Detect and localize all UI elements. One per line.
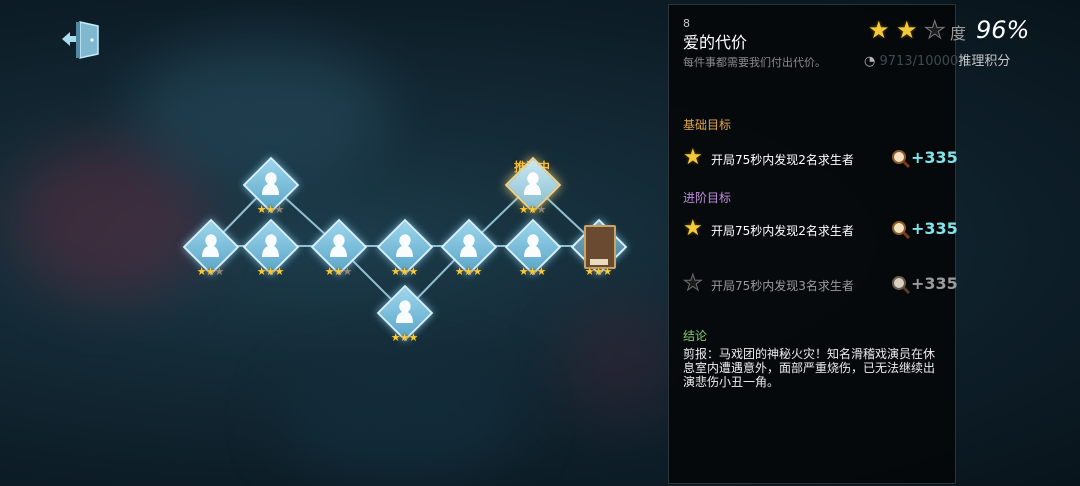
map-node[interactable]: ★★★	[182, 218, 240, 278]
section-basic-goals: 基础目标	[683, 118, 732, 132]
star-icon: ★	[896, 16, 918, 44]
map-node[interactable]: ★★★	[376, 218, 434, 278]
section-conclusion: 结论	[683, 329, 708, 343]
node-rating: ★★★	[324, 265, 353, 278]
clue-icon: ◔	[864, 54, 876, 69]
detective-bust-icon	[524, 172, 541, 195]
progress-label: 度	[950, 24, 967, 43]
detective-bust-icon	[330, 234, 347, 257]
map-node[interactable]: ★★★	[376, 284, 434, 344]
detective-bust-icon	[396, 234, 413, 257]
task-points: +335	[911, 148, 958, 167]
star-outline-icon: ★	[683, 271, 704, 296]
task-label: 开局75秒内发现3名求生者	[711, 279, 854, 293]
magnifier-icon	[892, 150, 911, 169]
task-points: +335	[911, 274, 958, 293]
node-rating: ★★★	[518, 203, 547, 216]
case-detail-panel: 8 爱的代价 每件事都需要我们付出代价。 基础目标 ★ 开局75秒内发现2名求生…	[668, 4, 958, 484]
map-node[interactable]: ★★★	[440, 218, 498, 278]
character-card-icon	[584, 225, 616, 269]
case-progress: ★ ★ ★ 度 96%	[868, 16, 1068, 46]
map-node[interactable]: ★★★	[504, 218, 562, 278]
task-row: ★ 开局75秒内发现2名求生者 +335	[683, 216, 958, 243]
magnifier-icon	[892, 221, 911, 240]
node-rating: ★★★	[256, 203, 285, 216]
progress-percent: 96%	[976, 16, 1030, 44]
star-icon: ★	[868, 16, 890, 44]
deduction-score: ◔ 9713/10000推理积分	[864, 50, 1010, 69]
score-value: 9713/10000	[879, 54, 959, 69]
node-rating: ★★★	[390, 331, 419, 344]
case-title: 爱的代价	[683, 33, 748, 52]
node-rating: ★★★	[390, 265, 419, 278]
node-rating: ★★★	[518, 265, 547, 278]
task-label: 开局75秒内发现2名求生者	[711, 153, 854, 167]
star-icon: ★	[683, 145, 703, 170]
detective-bust-icon	[202, 234, 219, 257]
section-advanced-goals: 进阶目标	[683, 191, 732, 205]
star-outline-icon: ★	[924, 16, 946, 45]
map-node[interactable]: ★★★	[242, 218, 300, 278]
task-row: ★ 开局75秒内发现3名求生者 +335	[683, 271, 958, 298]
task-row: ★ 开局75秒内发现2名求生者 +335	[683, 145, 958, 172]
node-rating: ★★★	[196, 265, 225, 278]
detective-bust-icon	[262, 234, 279, 257]
task-label: 开局75秒内发现2名求生者	[711, 224, 854, 238]
node-rating: ★★★	[454, 265, 483, 278]
map-node-active[interactable]: ★★★	[504, 156, 562, 216]
map-node-final[interactable]: ★★★	[570, 218, 628, 278]
node-rating: ★★★	[256, 265, 285, 278]
detective-bust-icon	[524, 234, 541, 257]
case-subtitle: 每件事都需要我们付出代价。	[683, 56, 826, 69]
conclusion-text: 剪报：马戏团的神秘火灾！知名滑稽戏演员在休息室内遭遇意外，面部严重烧伤，已无法继…	[683, 347, 936, 389]
map-node[interactable]: ★★★	[310, 218, 368, 278]
node-rating: ★★★	[584, 265, 613, 278]
detective-bust-icon	[396, 300, 413, 323]
star-icon: ★	[683, 216, 703, 241]
magnifier-icon	[892, 276, 911, 295]
detective-bust-icon	[460, 234, 477, 257]
score-label: 推理积分	[958, 54, 1011, 69]
task-points: +335	[911, 219, 958, 238]
map-node[interactable]: ★★★	[242, 156, 300, 216]
detective-bust-icon	[262, 172, 279, 195]
